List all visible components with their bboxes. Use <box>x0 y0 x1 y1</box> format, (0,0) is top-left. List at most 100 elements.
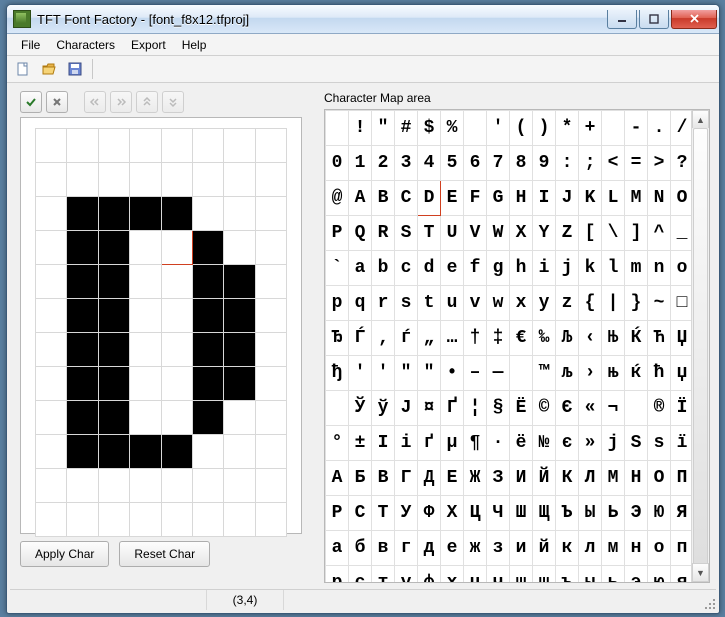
shift-right-button[interactable] <box>110 91 132 113</box>
pixel-cell[interactable] <box>67 197 98 231</box>
charmap-cell[interactable]: Ч <box>487 496 510 531</box>
pixel-cell[interactable] <box>255 163 286 197</box>
charmap-cell[interactable]: • <box>441 356 464 391</box>
charmap-cell[interactable]: ф <box>418 566 441 583</box>
pixel-cell[interactable] <box>36 435 67 469</box>
pixel-cell[interactable] <box>192 299 223 333</box>
charmap-cell[interactable]: Ы <box>579 496 602 531</box>
charmap-cell[interactable]: Ю <box>648 496 671 531</box>
pixel-cell[interactable] <box>130 231 161 265</box>
charmap-cell[interactable]: Ё <box>510 391 533 426</box>
pixel-cell[interactable] <box>67 163 98 197</box>
charmap-grid[interactable]: !"#$% '()*+ -./0123456789:;<=>?@ABCDEFGH… <box>325 110 692 582</box>
charmap-cell[interactable]: 3 <box>395 146 418 181</box>
pixel-cell[interactable] <box>36 401 67 435</box>
pixel-cell[interactable] <box>224 129 255 163</box>
pixel-cell[interactable] <box>161 333 192 367</box>
charmap-cell[interactable]: @ <box>326 181 349 216</box>
resize-grip[interactable] <box>703 597 717 611</box>
charmap-cell[interactable]: Ў <box>349 391 372 426</box>
charmap-cell[interactable]: " <box>418 356 441 391</box>
charmap-cell[interactable]: T <box>418 216 441 251</box>
charmap-cell[interactable]: O <box>671 181 693 216</box>
pixel-cell[interactable] <box>255 197 286 231</box>
charmap-cell[interactable]: Ќ <box>625 321 648 356</box>
pixel-cell[interactable] <box>192 367 223 401</box>
charmap-cell[interactable]: н <box>625 531 648 566</box>
pixel-cell[interactable] <box>192 197 223 231</box>
charmap-cell[interactable]: < <box>602 146 625 181</box>
charmap-cell[interactable]: › <box>579 356 602 391</box>
scroll-up-button[interactable]: ▲ <box>692 110 709 129</box>
charmap-cell[interactable]: щ <box>533 566 556 583</box>
charmap-cell[interactable]: X <box>510 216 533 251</box>
reset-char-button[interactable]: Reset Char <box>119 541 210 567</box>
charmap-cell[interactable]: і <box>395 426 418 461</box>
pixel-cell[interactable] <box>224 163 255 197</box>
charmap-cell[interactable]: g <box>487 251 510 286</box>
pixel-cell[interactable] <box>98 469 129 503</box>
pixel-cell[interactable] <box>255 469 286 503</box>
pixel-cell[interactable] <box>98 401 129 435</box>
charmap-cell[interactable]: Ѕ <box>625 426 648 461</box>
close-button[interactable] <box>671 10 717 29</box>
charmap-cell[interactable]: Т <box>372 496 395 531</box>
charmap-cell[interactable]: 2 <box>372 146 395 181</box>
charmap-cell[interactable]: ^ <box>648 216 671 251</box>
pixel-cell[interactable] <box>130 333 161 367</box>
charmap-cell[interactable]: ; <box>579 146 602 181</box>
charmap-cell[interactable]: h <box>510 251 533 286</box>
pixel-cell[interactable] <box>192 435 223 469</box>
pixel-cell[interactable] <box>192 265 223 299</box>
charmap-cell[interactable]: © <box>533 391 556 426</box>
charmap-cell[interactable]: W <box>487 216 510 251</box>
charmap-cell[interactable]: C <box>395 181 418 216</box>
pixel-cell[interactable] <box>67 503 98 537</box>
charmap-cell[interactable]: ® <box>648 391 671 426</box>
charmap-cell[interactable] <box>326 391 349 426</box>
pixel-cell[interactable] <box>224 401 255 435</box>
pixel-cell[interactable] <box>224 197 255 231</box>
charmap-cell[interactable]: k <box>579 251 602 286</box>
charmap-cell[interactable]: 4 <box>418 146 441 181</box>
charmap-cell[interactable]: е <box>441 531 464 566</box>
charmap-cell[interactable]: т <box>372 566 395 583</box>
charmap-cell[interactable]: э <box>625 566 648 583</box>
charmap-cell[interactable]: [ <box>579 216 602 251</box>
charmap-cell[interactable]: Њ <box>602 321 625 356</box>
charmap-cell[interactable]: л <box>579 531 602 566</box>
pixel-cell[interactable] <box>161 265 192 299</box>
charmap-cell[interactable]: M <box>625 181 648 216</box>
pixel-cell[interactable] <box>130 299 161 333</box>
charmap-cell[interactable]: 7 <box>487 146 510 181</box>
charmap-cell[interactable]: N <box>648 181 671 216</box>
menu-export[interactable]: Export <box>123 36 174 54</box>
charmap-cell[interactable]: · <box>487 426 510 461</box>
charmap-cell[interactable]: n <box>648 251 671 286</box>
charmap-cell[interactable]: ў <box>372 391 395 426</box>
charmap-cell[interactable]: д <box>418 531 441 566</box>
charmap-cell[interactable]: ) <box>533 111 556 146</box>
charmap-cell[interactable]: R <box>372 216 395 251</box>
charmap-cell[interactable]: р <box>326 566 349 583</box>
charmap-cell[interactable]: 6 <box>464 146 487 181</box>
clear-all-button[interactable] <box>46 91 68 113</box>
charmap-cell[interactable]: с <box>349 566 372 583</box>
apply-char-button[interactable]: Apply Char <box>20 541 109 567</box>
charmap-cell[interactable]: v <box>464 286 487 321</box>
pixel-cell[interactable] <box>192 401 223 435</box>
minimize-button[interactable] <box>607 10 637 29</box>
charmap-cell[interactable]: Ј <box>395 391 418 426</box>
charmap-cell[interactable]: К <box>556 461 579 496</box>
pixel-cell[interactable] <box>98 333 129 367</box>
pixel-cell[interactable] <box>192 129 223 163</box>
charmap-cell[interactable]: а <box>326 531 349 566</box>
charmap-cell[interactable]: * <box>556 111 579 146</box>
pixel-cell[interactable] <box>98 129 129 163</box>
charmap-cell[interactable] <box>602 111 625 146</box>
charmap-cell[interactable]: c <box>395 251 418 286</box>
charmap-cell[interactable]: ¦ <box>464 391 487 426</box>
pixel-cell[interactable] <box>36 503 67 537</box>
pixel-cell[interactable] <box>36 299 67 333</box>
charmap-cell[interactable]: y <box>533 286 556 321</box>
